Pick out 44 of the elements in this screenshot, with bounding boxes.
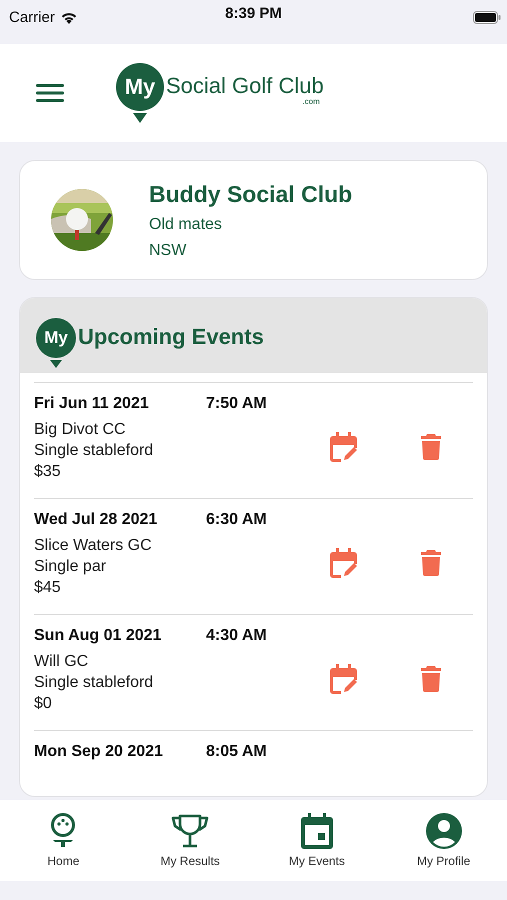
tab-button[interactable]: My Results (135, 813, 246, 868)
trash-icon[interactable] (421, 550, 441, 576)
event-course: Big Divot CC (34, 420, 127, 440)
event-time: 4:30 AM (206, 627, 267, 645)
battery-icon (473, 10, 501, 24)
logo-suffix: .com (302, 97, 320, 106)
logo-pin: My (116, 63, 164, 123)
tab-button[interactable]: Home (8, 813, 118, 868)
event-format: Single stableford (34, 673, 154, 693)
wifi-icon (60, 10, 78, 24)
event-date: Mon Sep 20 2021 (34, 743, 164, 761)
event-fee: $0 (34, 694, 53, 714)
tab-button[interactable]: My Events (262, 813, 372, 868)
event-time: 8:05 AM (206, 743, 267, 761)
calendar-icon (300, 813, 333, 849)
event-time: 7:50 AM (206, 395, 267, 413)
club-state: NSW (149, 242, 188, 260)
status-time: 8:39 PM (225, 5, 282, 22)
event-date: Wed Jul 28 2021 (34, 511, 158, 529)
edit-calendar-icon[interactable] (330, 548, 357, 578)
event-fee: $45 (34, 578, 62, 598)
trash-icon[interactable] (421, 666, 441, 692)
event-course: Slice Waters GC (34, 536, 153, 556)
profile-icon (426, 813, 462, 849)
trash-icon[interactable] (421, 434, 441, 460)
menu-icon[interactable] (36, 83, 64, 103)
club-name: Buddy Social Club (149, 180, 352, 208)
event-fee: $35 (34, 462, 62, 482)
event-format: Single stableford (34, 441, 154, 461)
carrier-label: Carrier (9, 8, 55, 26)
section-title: Upcoming Events (78, 324, 264, 350)
edit-calendar-icon[interactable] (330, 664, 357, 694)
logo-text: Social Golf Club (166, 75, 324, 97)
event-date: Sun Aug 01 2021 (34, 627, 162, 645)
tab-button[interactable]: My Profile (388, 813, 499, 868)
golf-ball-icon (50, 813, 76, 849)
logo-pin: My (36, 318, 76, 368)
event-format: Single par (34, 557, 108, 577)
trophy-icon (171, 813, 210, 849)
event-time: 6:30 AM (206, 511, 267, 529)
event-course: Will GC (34, 652, 90, 672)
event-date: Fri Jun 11 2021 (34, 395, 150, 413)
club-description: Old mates (149, 216, 223, 234)
edit-calendar-icon[interactable] (330, 432, 357, 462)
